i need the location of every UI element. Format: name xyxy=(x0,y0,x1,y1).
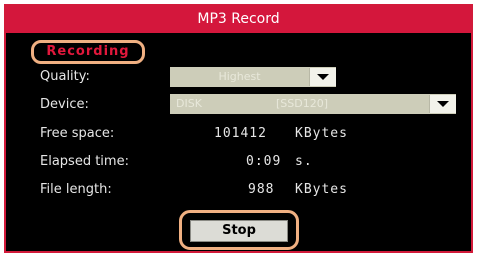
file-length-value: 988 xyxy=(248,182,275,197)
file-length-unit: KBytes xyxy=(295,182,348,197)
file-length-label: File length: xyxy=(40,182,112,197)
recording-status-label: Recording xyxy=(31,40,145,64)
quality-label: Quality: xyxy=(40,69,90,84)
elapsed-time-unit: s. xyxy=(295,154,313,169)
stop-button[interactable]: Stop xyxy=(190,220,288,242)
chevron-down-icon[interactable] xyxy=(309,68,336,86)
dialog-title: MP3 Record xyxy=(6,6,471,33)
elapsed-time-label: Elapsed time: xyxy=(40,154,129,169)
mp3-record-dialog: MP3 Record Recording Quality: Highest De… xyxy=(4,4,473,253)
quality-dropdown[interactable]: Highest xyxy=(170,67,336,87)
chevron-down-icon[interactable] xyxy=(429,95,456,113)
device-id: [SSD120] xyxy=(276,97,329,110)
device-name: DISK xyxy=(176,97,202,110)
quality-value: Highest xyxy=(218,70,261,83)
device-dropdown[interactable]: DISK [SSD120] xyxy=(170,94,456,114)
stop-button-highlight: Stop xyxy=(179,210,299,250)
free-space-unit: KBytes xyxy=(295,126,348,141)
free-space-value: 101412 xyxy=(214,126,267,141)
device-label: Device: xyxy=(40,97,89,112)
elapsed-time-value: 0:09 xyxy=(246,154,282,169)
free-space-label: Free space: xyxy=(40,126,115,141)
